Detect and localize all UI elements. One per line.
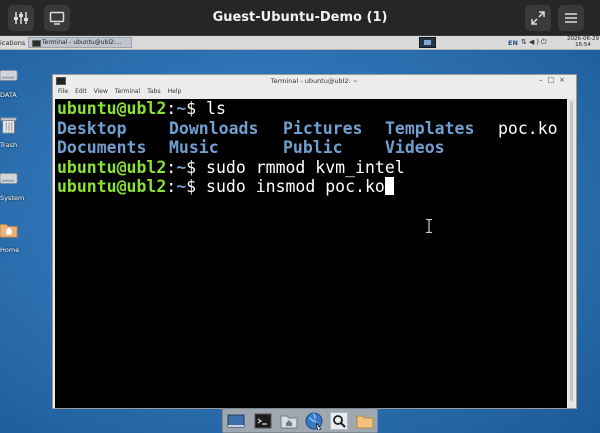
- terminal-titlebar[interactable]: Terminal - ubuntu@ubl2: ~ –□×: [53, 75, 576, 86]
- ls-entry: Desktop: [57, 118, 127, 138]
- fullscreen-icon[interactable]: [525, 5, 551, 31]
- drive-icon: [0, 70, 18, 81]
- menu-view[interactable]: View: [94, 88, 108, 95]
- prompt-separator: :: [166, 177, 177, 196]
- viewer-toolbar: Guest-Ubuntu-Demo (1): [0, 0, 600, 36]
- prompt-user: ubuntu@ubl2: [57, 99, 167, 118]
- minimize-icon[interactable]: –: [539, 76, 548, 84]
- window-title: Guest-Ubuntu-Demo (1): [212, 10, 388, 25]
- folder-icon: [0, 224, 18, 238]
- desktop-icon-data[interactable]: DATA: [0, 66, 32, 99]
- applications-menu[interactable]: ications: [0, 39, 25, 47]
- prompt-user: ubuntu@ubl2: [57, 157, 167, 177]
- window-controls: –□×: [539, 76, 570, 84]
- ls-entry: Documents: [57, 138, 147, 157]
- clock-time: 16:54: [575, 42, 591, 48]
- workspace-switcher[interactable]: [419, 37, 436, 48]
- prompt-user: ubuntu@ubl2: [57, 177, 167, 196]
- browser-icon[interactable]: [305, 412, 323, 430]
- keyboard-layout[interactable]: EN: [508, 39, 518, 47]
- desktop: ications Terminal - ubuntu@ubl2:... EN ⇅…: [0, 36, 600, 433]
- trash-icon: [0, 117, 17, 134]
- home-folder-icon[interactable]: [280, 412, 298, 430]
- prompt-dollar: $: [186, 177, 207, 196]
- hamburger-menu-icon[interactable]: [558, 5, 584, 31]
- desktop-icon-trash[interactable]: Trash: [0, 116, 32, 149]
- terminal-title: Terminal - ubuntu@ubl2: ~: [270, 77, 359, 85]
- desktop-icon[interactable]: [227, 412, 245, 430]
- terminal-line: ubuntu@ubl2:~$ sudo rmmod kvm_intel: [57, 158, 405, 178]
- prompt-path: ~: [176, 177, 187, 196]
- desktop-icon-home[interactable]: Home: [0, 221, 32, 254]
- ls-entry: poc.ko: [498, 118, 558, 138]
- files-icon[interactable]: [356, 412, 374, 430]
- prompt-separator: :: [166, 157, 177, 177]
- desktop-icon-label: System: [0, 194, 25, 202]
- ls-entry: Pictures: [283, 118, 363, 138]
- text-cursor: [384, 177, 394, 195]
- drive-icon: [0, 173, 18, 184]
- prompt-path: ~: [176, 157, 187, 177]
- terminal-icon[interactable]: [254, 412, 272, 430]
- menu-terminal[interactable]: Terminal: [115, 88, 140, 95]
- network-icon[interactable]: ⇅: [521, 38, 529, 46]
- command-text: ls: [206, 99, 226, 118]
- dock: [222, 408, 378, 433]
- menu-edit[interactable]: Edit: [75, 88, 87, 95]
- close-icon[interactable]: ×: [559, 76, 570, 84]
- system-tray: ⇅◀)⏻: [521, 38, 549, 47]
- terminal-window[interactable]: Terminal - ubuntu@ubl2: ~ –□× File Edit Vi…: [52, 74, 577, 409]
- scrollbar-thumb[interactable]: [570, 101, 573, 401]
- search-icon[interactable]: [330, 412, 348, 430]
- desktop-icon-label: DATA: [0, 91, 17, 99]
- terminal-scrollbar[interactable]: [568, 99, 575, 408]
- ls-entry: Downloads: [169, 118, 259, 138]
- ls-entry: Videos: [385, 138, 445, 157]
- prompt-separator: :: [166, 99, 177, 118]
- terminal-line: ubuntu@ubl2:~$ sudo insmod poc.ko: [57, 177, 394, 197]
- mouse-ibeam-cursor-icon: [426, 219, 432, 233]
- power-icon[interactable]: ⏻: [541, 38, 549, 46]
- menu-file[interactable]: File: [58, 88, 68, 95]
- terminal-line: ubuntu@ubl2:~$ ls: [57, 99, 226, 119]
- command-text: sudo insmod poc.ko: [206, 177, 385, 196]
- clock[interactable]: 2026-06-29 16:54: [566, 36, 600, 48]
- command-text: sudo rmmod kvm_intel: [206, 157, 405, 177]
- ls-entry: Music: [169, 138, 219, 157]
- taskbar-item-terminal[interactable]: Terminal - ubuntu@ubl2:...: [28, 37, 132, 48]
- prompt-dollar: $: [186, 99, 207, 118]
- taskbar-item-label: Terminal - ubuntu@ubl2:...: [42, 39, 122, 46]
- desktop-icon-label: Trash: [0, 141, 18, 149]
- prompt-dollar: $: [186, 157, 207, 177]
- desktop-icon-system[interactable]: System: [0, 169, 32, 202]
- menu-help[interactable]: Help: [168, 88, 182, 95]
- ls-entry: Public: [283, 138, 343, 157]
- maximize-icon[interactable]: □: [548, 76, 560, 84]
- prompt-path: ~: [176, 99, 187, 118]
- terminal-screen[interactable]: ubuntu@ubl2:~$ ls Desktop Downloads Pict…: [55, 99, 567, 408]
- terminal-icon: [32, 40, 41, 47]
- terminal-menubar: File Edit View Terminal Tabs Help: [58, 88, 188, 95]
- menu-tabs[interactable]: Tabs: [147, 88, 160, 95]
- desktop-icon-label: Home: [0, 246, 20, 254]
- ls-entry: Templates: [385, 118, 475, 138]
- volume-icon[interactable]: ◀): [529, 38, 541, 46]
- top-panel: ications Terminal - ubuntu@ubl2:... EN ⇅…: [0, 36, 600, 50]
